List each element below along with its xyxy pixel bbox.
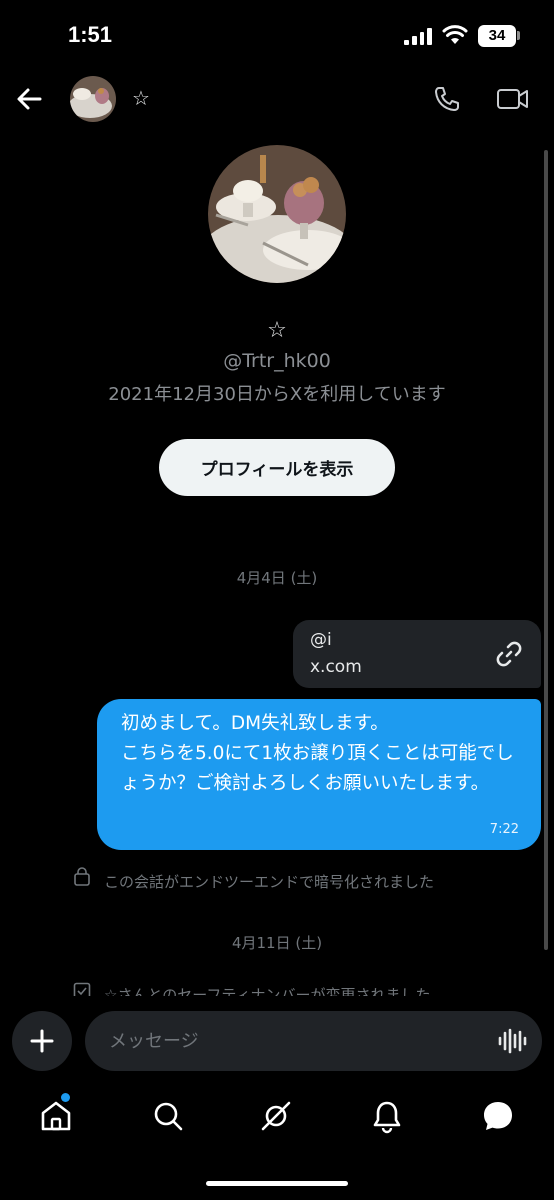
scrollbar[interactable] — [544, 150, 548, 950]
cellular-signal-icon — [404, 27, 432, 45]
lock-icon — [74, 867, 90, 886]
view-profile-button[interactable]: プロフィールを表示 — [159, 439, 395, 496]
plus-icon — [30, 1029, 54, 1053]
grok-icon[interactable] — [258, 1098, 294, 1134]
notifications-icon[interactable] — [369, 1098, 405, 1134]
message-timestamp: 7:22 — [489, 822, 519, 837]
date-separator: 4月4日 (土) — [236, 569, 318, 587]
profile-avatar[interactable] — [208, 145, 346, 283]
header-avatar[interactable] — [70, 76, 116, 122]
status-time: 1:51 — [68, 22, 113, 47]
home-indicator — [206, 1181, 348, 1186]
notification-dot — [61, 1093, 70, 1102]
search-icon[interactable] — [150, 1098, 186, 1134]
battery-nub — [517, 31, 520, 40]
messages-icon[interactable] — [480, 1098, 516, 1134]
profile-name: ☆ — [267, 318, 287, 343]
link-preview-card[interactable]: @i x.com — [293, 620, 541, 688]
home-icon[interactable] — [38, 1098, 74, 1134]
link-title: @i — [310, 630, 332, 650]
back-arrow-icon[interactable] — [14, 84, 44, 114]
phone-call-icon[interactable] — [432, 84, 462, 114]
header-contact-name[interactable]: ☆ — [132, 86, 150, 110]
wifi-icon — [442, 25, 468, 44]
voice-message-icon[interactable] — [497, 1027, 527, 1055]
add-attachment-button[interactable] — [12, 1011, 72, 1071]
profile-joined-date: 2021年12月30日からXを利用しています — [108, 384, 446, 405]
message-text: 初めまして。DM失礼致します。 こちらを5.0にて1枚お譲り頂くことは可能でしょ… — [121, 713, 514, 794]
link-icon — [496, 641, 522, 667]
message-input[interactable] — [85, 1011, 542, 1071]
encryption-notice: この会話がエンドツーエンドで暗号化されました — [104, 873, 435, 891]
battery-indicator: 34 — [478, 25, 516, 47]
link-domain: x.com — [310, 657, 362, 677]
video-call-icon[interactable] — [496, 84, 530, 114]
date-separator: 4月11日 (土) — [231, 934, 323, 952]
sent-message-bubble[interactable]: 初めまして。DM失礼致します。 こちらを5.0にて1枚お譲り頂くことは可能でしょ… — [97, 699, 541, 850]
profile-handle: @Trtr_hk00 — [223, 350, 331, 372]
